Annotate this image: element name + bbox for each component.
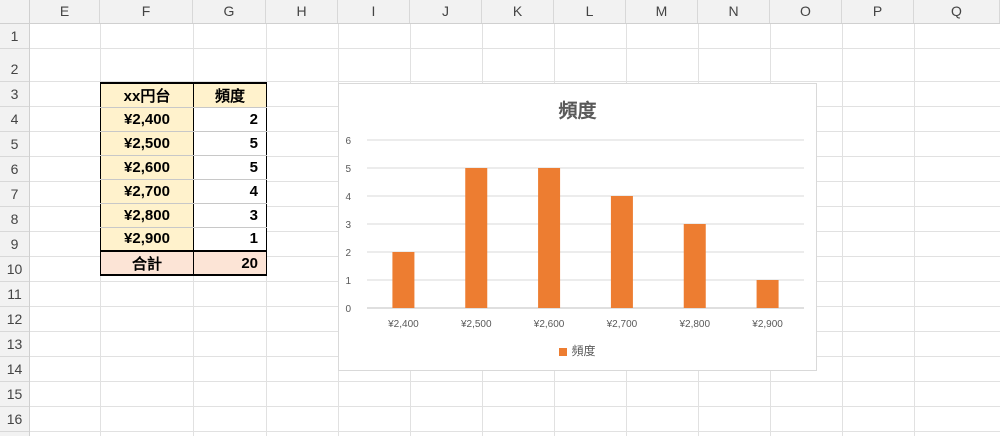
- row-header-1[interactable]: 1: [0, 24, 29, 49]
- table-row: ¥2,600 5: [100, 155, 267, 180]
- table-row: ¥2,500 5: [100, 131, 267, 156]
- column-header-f[interactable]: F: [100, 0, 193, 23]
- column-header-g[interactable]: G: [193, 0, 266, 23]
- cell-total-value[interactable]: 20: [193, 250, 267, 276]
- bar: [683, 224, 706, 308]
- select-all-corner[interactable]: [0, 0, 30, 23]
- x-tick-label: ¥2,900: [751, 319, 783, 330]
- column-header-e[interactable]: E: [30, 0, 100, 23]
- chart-plot-area[interactable]: 0 1 2 3 4 5 6 ¥2,400 ¥2,500 ¥2,600 ¥2,700 ¥2,800 ¥2,…: [339, 84, 816, 334]
- legend-swatch: [559, 347, 568, 356]
- row-header-14[interactable]: 14: [0, 357, 29, 382]
- row-header-13[interactable]: 13: [0, 332, 29, 357]
- grid-line: [30, 381, 1000, 382]
- cell-freq[interactable]: 5: [193, 155, 267, 180]
- cell-range[interactable]: ¥2,600: [100, 155, 194, 180]
- cell-range-header[interactable]: xx円台: [100, 82, 194, 108]
- table-row: ¥2,900 1: [100, 227, 267, 252]
- grid-line: [842, 24, 843, 436]
- bar: [392, 252, 415, 308]
- column-header-q[interactable]: Q: [914, 0, 1000, 23]
- cell-total-label[interactable]: 合計: [100, 250, 194, 276]
- cell-range[interactable]: ¥2,900: [100, 227, 194, 252]
- x-tick-label: ¥2,700: [606, 319, 638, 330]
- column-header-h[interactable]: H: [266, 0, 338, 23]
- row-header-16[interactable]: 16: [0, 407, 29, 432]
- bar: [610, 196, 633, 308]
- cell-freq[interactable]: 2: [193, 107, 267, 132]
- x-tick-label: ¥2,800: [678, 319, 710, 330]
- row-header-11[interactable]: 11: [0, 282, 29, 307]
- y-tick-label: 4: [345, 192, 351, 203]
- row-header-8[interactable]: 8: [0, 207, 29, 232]
- row-header-3[interactable]: 3: [0, 82, 29, 107]
- row-header-15[interactable]: 15: [0, 382, 29, 407]
- cell-freq[interactable]: 5: [193, 131, 267, 156]
- cell-freq[interactable]: 3: [193, 203, 267, 228]
- y-tick-label: 5: [345, 164, 351, 175]
- bar: [465, 168, 488, 308]
- y-tick-label: 3: [345, 220, 351, 231]
- y-tick-label: 1: [345, 276, 351, 287]
- x-tick-label: ¥2,600: [533, 319, 565, 330]
- row-header-6[interactable]: 6: [0, 157, 29, 182]
- y-tick-label: 2: [345, 248, 351, 259]
- table-row: ¥2,800 3: [100, 203, 267, 228]
- row-header-2[interactable]: 2: [0, 49, 29, 82]
- frequency-chart[interactable]: 頻度 0 1 2 3 4 5 6 ¥2,400 ¥2,500 ¥2,600 ¥2,700 ¥2,800…: [338, 83, 817, 371]
- bar: [538, 168, 561, 308]
- column-header-m[interactable]: M: [626, 0, 698, 23]
- cell-freq[interactable]: 4: [193, 179, 267, 204]
- table-header-row: xx円台 頻度: [100, 82, 267, 108]
- column-header-bar: E F G H I J K L M N O P Q: [0, 0, 1000, 24]
- chart-legend[interactable]: 頻度: [339, 342, 816, 359]
- table-total-row: 合計 20: [100, 250, 267, 276]
- column-header-i[interactable]: I: [338, 0, 410, 23]
- row-header-7[interactable]: 7: [0, 182, 29, 207]
- cell-range[interactable]: ¥2,500: [100, 131, 194, 156]
- row-header-12[interactable]: 12: [0, 307, 29, 332]
- x-tick-label: ¥2,400: [387, 319, 419, 330]
- column-header-j[interactable]: J: [410, 0, 482, 23]
- column-header-n[interactable]: N: [698, 0, 770, 23]
- grid-line: [914, 24, 915, 436]
- cell-range[interactable]: ¥2,400: [100, 107, 194, 132]
- grid-line: [30, 48, 1000, 49]
- cell-freq-header[interactable]: 頻度: [193, 82, 267, 108]
- y-tick-label: 6: [345, 136, 351, 147]
- table-row: ¥2,700 4: [100, 179, 267, 204]
- bar: [756, 280, 779, 308]
- row-header-4[interactable]: 4: [0, 107, 29, 132]
- y-tick-label: 0: [345, 304, 351, 315]
- column-header-p[interactable]: P: [842, 0, 914, 23]
- cell-range[interactable]: ¥2,800: [100, 203, 194, 228]
- cell-freq[interactable]: 1: [193, 227, 267, 252]
- grid-line: [30, 431, 1000, 432]
- column-header-k[interactable]: K: [482, 0, 554, 23]
- row-header-9[interactable]: 9: [0, 232, 29, 257]
- x-tick-label: ¥2,500: [460, 319, 492, 330]
- grid-line: [30, 406, 1000, 407]
- row-header-5[interactable]: 5: [0, 132, 29, 157]
- row-header-bar: 1 2 3 4 5 6 7 8 9 10 11 12 13 14 15 16: [0, 24, 30, 436]
- column-header-o[interactable]: O: [770, 0, 842, 23]
- table-row: ¥2,400 2: [100, 107, 267, 132]
- cell-range[interactable]: ¥2,700: [100, 179, 194, 204]
- frequency-table: xx円台 頻度 ¥2,400 2 ¥2,500 5 ¥2,600 5 ¥2,70…: [100, 82, 267, 276]
- legend-label: 頻度: [571, 344, 596, 358]
- column-header-l[interactable]: L: [554, 0, 626, 23]
- row-header-10[interactable]: 10: [0, 257, 29, 282]
